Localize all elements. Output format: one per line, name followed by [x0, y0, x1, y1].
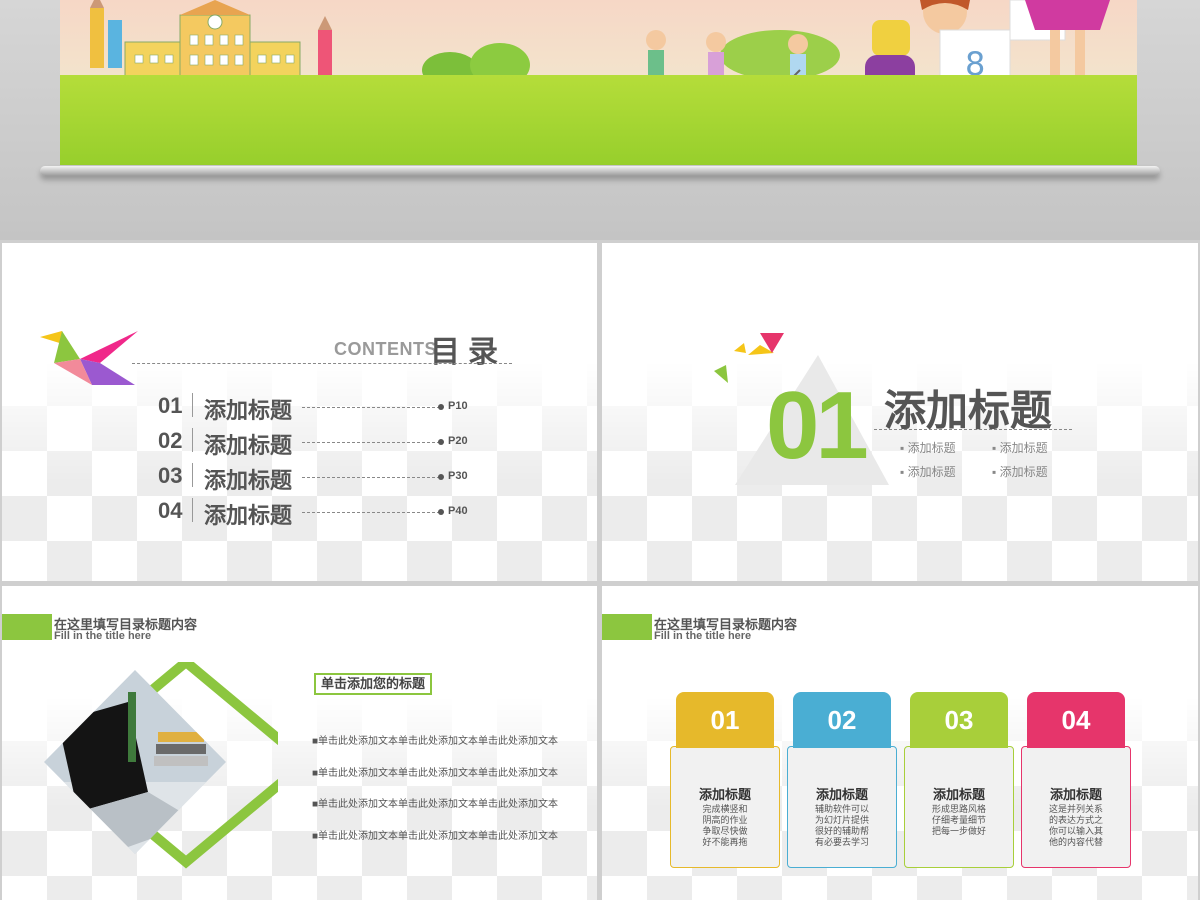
text-line: ■单击此处添加文本单击此处添加文本单击此处添加文本	[312, 831, 559, 842]
toc-leader	[302, 477, 440, 478]
section-number: 01	[766, 372, 869, 479]
card-text: 这是并列关系 的表达方式之 你可以输入其 他的内容代替	[1048, 804, 1103, 847]
toc-item[interactable]: 01 添加标题 P10	[158, 391, 488, 423]
toc-label: 添加标题	[204, 468, 293, 493]
card-number: 03	[910, 692, 1008, 748]
toc-label: 添加标题	[204, 433, 293, 458]
header-accent-bar	[602, 614, 652, 640]
text-line: ■单击此处添加文本单击此处添加文本单击此处添加文本	[312, 799, 559, 810]
toc-number: 04	[158, 498, 183, 523]
contents-slide[interactable]: CONTENTS 目录 01 添加标题 P10 02 添加标题 P20 03 添…	[2, 243, 597, 581]
card-number: 02	[793, 692, 891, 748]
toc-dot	[438, 404, 444, 410]
info-card[interactable]: 01 添加标题 完成横竖和 阴高的作业 争取尽快做 好不能再拖	[670, 692, 780, 868]
section-slide[interactable]: 01 添加标题 ▪ 添加标题 ▪ 添加标题 ▪ 添加标题 ▪ 添加标题	[602, 243, 1198, 581]
toc-leader	[302, 512, 440, 513]
card-text: 完成横竖和 阴高的作业 争取尽快做 好不能再拖	[702, 804, 748, 847]
cards-slide[interactable]: 在这里填写目录标题内容 Fill in the title here 01 添加…	[602, 586, 1198, 900]
toc-label: 添加标题	[204, 503, 293, 528]
toc-dot	[438, 509, 444, 515]
toc-separator	[192, 393, 193, 417]
section-divider	[874, 429, 1072, 430]
toc-dot	[438, 439, 444, 445]
image-text-slide[interactable]: 在这里填写目录标题内容 Fill in the title here 单击添加您…	[2, 586, 597, 900]
info-card[interactable]: 04 添加标题 这是并列关系 的表达方式之 你可以输入其 他的内容代替	[1021, 692, 1131, 868]
card-title: 添加标题	[1049, 787, 1102, 802]
toc-page: P10	[448, 400, 468, 412]
card-title: 添加标题	[815, 787, 868, 802]
header-subtitle: Fill in the title here	[654, 630, 752, 642]
info-card[interactable]: 03 添加标题 形成思路风格 仔细考量细节 把每一步做好	[904, 692, 1014, 868]
info-card[interactable]: 02 添加标题 辅助软件可以 为幻灯片提供 很好的辅助帮 有必要去学习	[787, 692, 897, 868]
origami-bird-icon	[40, 331, 138, 385]
section-bullet: ▪ 添加标题	[992, 441, 1048, 455]
card-number: 04	[1027, 692, 1125, 748]
header-subtitle: Fill in the title here	[54, 630, 152, 642]
card-title: 添加标题	[698, 787, 751, 802]
toc-page: P20	[448, 435, 468, 447]
card-text: 形成思路风格 仔细考量细节 把每一步做好	[931, 804, 986, 836]
toc-dot	[438, 474, 444, 480]
laptop-photo	[44, 662, 278, 869]
toc-item[interactable]: 02 添加标题 P20	[158, 426, 488, 458]
toc-number: 02	[158, 428, 183, 453]
toc-number: 01	[158, 393, 183, 418]
toc-page: P30	[448, 470, 468, 482]
banner-shelf	[40, 166, 1160, 176]
toc-page: P40	[448, 505, 468, 517]
title-box[interactable]: 单击添加您的标题	[314, 673, 432, 695]
toc-leader	[302, 407, 440, 408]
title-divider	[132, 363, 512, 364]
card-text: 辅助软件可以 为幻灯片提供 很好的辅助帮 有必要去学习	[814, 804, 869, 847]
section-bullet: ▪ 添加标题	[900, 465, 956, 479]
cartoon-banner: 8	[60, 0, 1137, 165]
card-title: 添加标题	[932, 787, 985, 802]
section-bullet: ▪ 添加标题	[992, 465, 1048, 479]
toc-label: 添加标题	[204, 398, 293, 423]
banner-area: 8	[0, 0, 1200, 240]
text-line: ■单击此处添加文本单击此处添加文本单击此处添加文本	[312, 768, 559, 779]
grass-ground	[60, 75, 1137, 165]
text-line: ■单击此处添加文本单击此处添加文本单击此处添加文本	[312, 736, 559, 747]
section-bullet: ▪ 添加标题	[900, 441, 956, 455]
header-accent-bar	[2, 614, 52, 640]
contents-title: 目录	[430, 336, 506, 369]
toc-item[interactable]: 03 添加标题 P30	[158, 461, 488, 493]
toc-separator	[192, 463, 193, 487]
toc-item[interactable]: 04 添加标题 P40	[158, 496, 488, 528]
contents-word: CONTENTS	[334, 339, 437, 359]
toc-leader	[302, 442, 440, 443]
toc-separator	[192, 498, 193, 522]
card-number: 01	[676, 692, 774, 748]
toc-number: 03	[158, 463, 183, 488]
toc-separator	[192, 428, 193, 452]
